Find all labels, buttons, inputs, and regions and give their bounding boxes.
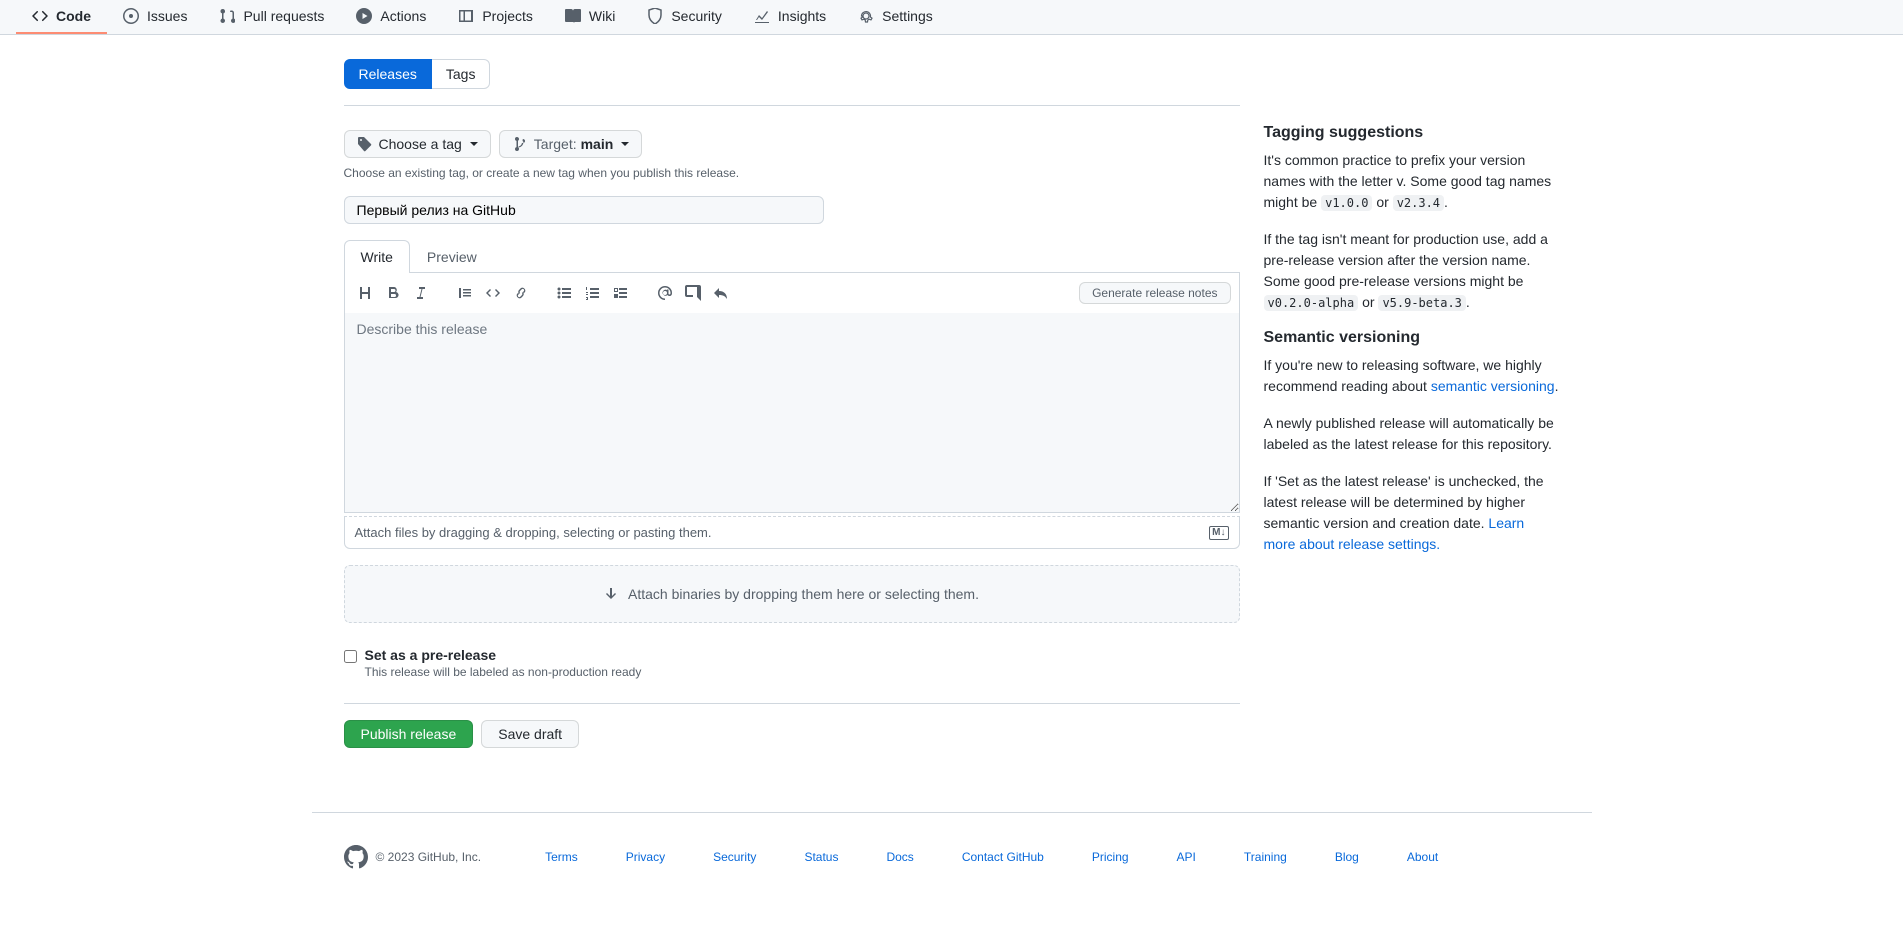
reply-button[interactable] [709, 281, 733, 305]
suggestions-sidebar: Tagging suggestions It's common practice… [1264, 59, 1560, 748]
footer-link-terms[interactable]: Terms [545, 850, 578, 864]
nav-code[interactable]: Code [16, 0, 107, 34]
issue-icon [123, 8, 139, 24]
wiki-icon [565, 8, 581, 24]
semver-heading: Semantic versioning [1264, 329, 1560, 347]
nav-label: Projects [482, 8, 533, 24]
mention-button[interactable] [653, 281, 677, 305]
pr-icon [219, 8, 235, 24]
choose-tag-dropdown[interactable]: Choose a tag [344, 130, 491, 158]
target-branch-name: main [581, 136, 614, 152]
nav-label: Insights [778, 8, 826, 24]
markdown-icon[interactable]: M↓ [1209, 526, 1228, 540]
nav-issues[interactable]: Issues [107, 0, 203, 34]
tag-hint: Choose an existing tag, or create a new … [344, 166, 1240, 180]
caret-icon [470, 142, 478, 146]
nav-label: Pull requests [243, 8, 324, 24]
subnav-tags[interactable]: Tags [432, 59, 491, 89]
attach-hint-text: Attach files by dragging & dropping, sel… [355, 525, 712, 540]
nav-actions[interactable]: Actions [340, 0, 442, 34]
generate-release-notes-button[interactable]: Generate release notes [1079, 282, 1230, 304]
tab-preview[interactable]: Preview [410, 240, 494, 273]
footer-link-blog[interactable]: Blog [1335, 850, 1359, 864]
bold-button[interactable] [381, 281, 405, 305]
nav-label: Code [56, 8, 91, 24]
attach-files-hint[interactable]: Attach files by dragging & dropping, sel… [344, 516, 1240, 549]
caret-icon [621, 142, 629, 146]
footer-link-pricing[interactable]: Pricing [1092, 850, 1129, 864]
semver-p1: If you're new to releasing software, we … [1264, 355, 1560, 397]
release-title-input[interactable] [344, 196, 824, 224]
subnav-releases[interactable]: Releases [344, 59, 432, 89]
footer-link-api[interactable]: API [1177, 850, 1196, 864]
semver-p2: A newly published release will automatic… [1264, 413, 1560, 455]
security-icon [647, 8, 663, 24]
footer-link-status[interactable]: Status [804, 850, 838, 864]
code-icon [32, 8, 48, 24]
repo-nav: Code Issues Pull requests Actions Projec… [0, 0, 1903, 35]
nav-label: Wiki [589, 8, 615, 24]
footer-link-security[interactable]: Security [713, 850, 756, 864]
nav-wiki[interactable]: Wiki [549, 0, 631, 34]
semver-p3: If 'Set as the latest release' is unchec… [1264, 471, 1560, 555]
binaries-hint-text: Attach binaries by dropping them here or… [628, 586, 979, 602]
heading-button[interactable] [353, 281, 377, 305]
nav-insights[interactable]: Insights [738, 0, 842, 34]
nav-pull-requests[interactable]: Pull requests [203, 0, 340, 34]
prerelease-row: Set as a pre-release This release will b… [344, 647, 1240, 679]
footer-link-docs[interactable]: Docs [886, 850, 913, 864]
publish-release-button[interactable]: Publish release [344, 720, 474, 748]
nav-label: Security [671, 8, 722, 24]
footer-copyright: © 2023 GitHub, Inc. [376, 850, 482, 864]
github-logo-icon [344, 845, 368, 869]
nav-settings[interactable]: Settings [842, 0, 949, 34]
nav-projects[interactable]: Projects [442, 0, 549, 34]
tag-icon [357, 136, 373, 152]
task-list-button[interactable] [609, 281, 633, 305]
save-draft-button[interactable]: Save draft [481, 720, 579, 748]
footer-link-training[interactable]: Training [1244, 850, 1287, 864]
markdown-toolbar: Generate release notes [344, 273, 1240, 313]
code-button[interactable] [481, 281, 505, 305]
editor-tabs: Write Preview [344, 240, 1240, 273]
download-icon [604, 586, 620, 602]
branch-icon [512, 136, 528, 152]
prerelease-checkbox[interactable] [344, 650, 357, 663]
tagging-p2: If the tag isn't meant for production us… [1264, 229, 1560, 313]
ordered-list-button[interactable] [581, 281, 605, 305]
release-description-textarea[interactable] [344, 313, 1240, 513]
attach-binaries-dropzone[interactable]: Attach binaries by dropping them here or… [344, 565, 1240, 623]
tab-write[interactable]: Write [344, 240, 410, 273]
site-footer: © 2023 GitHub, Inc. Terms Privacy Securi… [312, 812, 1592, 917]
footer-link-about[interactable]: About [1407, 850, 1438, 864]
nav-label: Settings [882, 8, 933, 24]
prerelease-label: Set as a pre-release [365, 647, 642, 663]
quote-button[interactable] [453, 281, 477, 305]
italic-button[interactable] [409, 281, 433, 305]
tagging-p1: It's common practice to prefix your vers… [1264, 150, 1560, 213]
nav-label: Actions [380, 8, 426, 24]
footer-link-privacy[interactable]: Privacy [626, 850, 665, 864]
settings-icon [858, 8, 874, 24]
link-button[interactable] [509, 281, 533, 305]
actions-icon [356, 8, 372, 24]
target-label: Target: [534, 136, 577, 152]
unordered-list-button[interactable] [553, 281, 577, 305]
nav-label: Issues [147, 8, 187, 24]
semver-link[interactable]: semantic versioning [1431, 378, 1555, 394]
target-branch-dropdown[interactable]: Target: main [499, 130, 643, 158]
divider [344, 703, 1240, 704]
nav-security[interactable]: Security [631, 0, 738, 34]
footer-link-contact[interactable]: Contact GitHub [962, 850, 1044, 864]
releases-tags-subnav: Releases Tags [344, 59, 1240, 106]
prerelease-desc: This release will be labeled as non-prod… [365, 665, 642, 679]
insights-icon [754, 8, 770, 24]
choose-tag-label: Choose a tag [379, 136, 462, 152]
tagging-suggestions-heading: Tagging suggestions [1264, 124, 1560, 142]
reference-button[interactable] [681, 281, 705, 305]
projects-icon [458, 8, 474, 24]
